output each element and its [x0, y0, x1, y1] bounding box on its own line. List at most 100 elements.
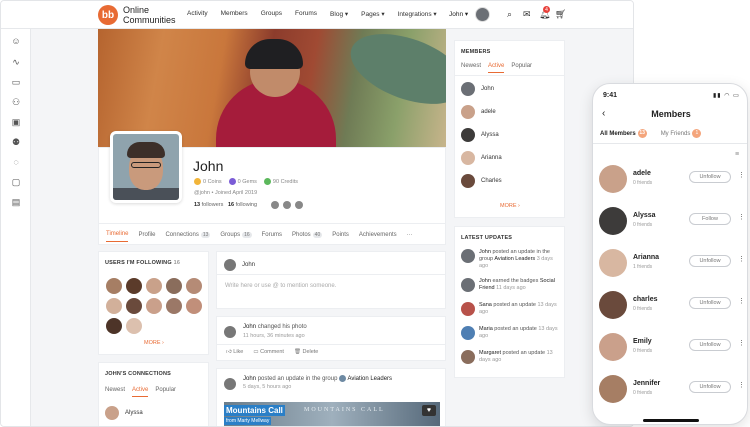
heart-icon[interactable]: ♥ [422, 405, 436, 416]
inbox-icon[interactable]: ▭ [10, 76, 22, 88]
forums-icon[interactable]: ◌ [10, 156, 22, 168]
tab-active[interactable]: Active [132, 387, 149, 397]
list-item[interactable]: Alyssa 0 friends Follow ⋮ [599, 207, 745, 237]
activity-item: John changed his photo 11 hours, 36 minu… [216, 316, 446, 361]
home-indicator [643, 419, 699, 422]
more-link[interactable]: MORE › [500, 203, 520, 209]
brand-name[interactable]: Online Communities [123, 5, 176, 25]
photos-icon[interactable]: ▣ [10, 116, 22, 128]
profile-avatar[interactable] [110, 131, 182, 203]
coins-icon [194, 178, 201, 185]
tab-timeline[interactable]: Timeline [106, 231, 129, 242]
mobile-app-members-screen: 9:41 ▮▮ ◠ ▭ ‹ Members All Members 13 My F… [592, 83, 748, 425]
list-item[interactable]: charles 0 friends Unfollow ⋮ [599, 291, 745, 321]
more-options-icon[interactable]: ⋮ [738, 255, 745, 263]
courses-icon[interactable]: ▢ [10, 176, 22, 188]
avatar[interactable] [106, 278, 122, 294]
nav-item-pages[interactable]: Pages ▾ [361, 10, 385, 18]
tab-connections[interactable]: Connections 13 [165, 231, 211, 238]
tab-newest[interactable]: Newest [461, 63, 481, 73]
tab-active[interactable]: Active [488, 63, 505, 73]
avatar[interactable] [186, 298, 202, 314]
avatar [105, 406, 119, 420]
avatar[interactable] [186, 278, 202, 294]
tab-points[interactable]: Points [332, 232, 349, 238]
nav-item-forums[interactable]: Forums [295, 10, 317, 18]
nav-item-blog[interactable]: Blog ▾ [330, 10, 348, 18]
tab-groups[interactable]: Groups 16 [220, 231, 252, 238]
video-preview[interactable]: Mountains Call from Marty Mellway MOUNTA… [224, 402, 440, 426]
website-icon[interactable] [283, 201, 291, 209]
unfollow-button[interactable]: Unfollow [689, 339, 731, 351]
tab-forums[interactable]: Forums [262, 232, 282, 238]
unfollow-button[interactable]: Unfollow [689, 171, 731, 183]
unfollow-button[interactable]: Unfollow [689, 255, 731, 267]
cart-icon[interactable]: 🛒︎ [555, 9, 566, 20]
facebook-icon[interactable] [271, 201, 279, 209]
list-item[interactable]: John [461, 82, 494, 96]
nav-item-integrations[interactable]: Integrations ▾ [398, 10, 437, 18]
tab-profile[interactable]: Profile [138, 232, 155, 238]
tab-achievements[interactable]: Achievements [359, 232, 397, 238]
tab-popular[interactable]: Popular [155, 387, 176, 397]
list-item[interactable]: Alyssa [461, 128, 499, 142]
list-item[interactable]: Arianna 1 friends Unfollow ⋮ [599, 249, 745, 279]
avatar[interactable] [126, 298, 142, 314]
avatar[interactable] [106, 318, 122, 334]
messages-icon[interactable]: ▤ [10, 196, 22, 208]
nav-item-activity[interactable]: Activity [187, 10, 208, 18]
unfollow-button[interactable]: Unfollow [689, 297, 731, 309]
nav-item-members[interactable]: Members [221, 10, 248, 18]
more-link[interactable]: MORE › [144, 340, 164, 346]
list-item[interactable]: Charles [461, 174, 502, 188]
list-item[interactable]: Jennifer 0 friends Unfollow ⋮ [599, 375, 745, 405]
tab-more[interactable]: ··· [407, 232, 413, 238]
comment-button[interactable]: ▭ Comment [253, 349, 284, 355]
tab-all-members[interactable]: All Members 13 [600, 129, 647, 144]
avatar[interactable] [224, 377, 236, 390]
sort-icon[interactable]: ≡ [735, 151, 739, 158]
tab-my-friends[interactable]: My Friends 1 [661, 129, 702, 144]
more-options-icon[interactable]: ⋮ [738, 297, 745, 305]
friends-icon[interactable]: ⚉ [10, 136, 22, 148]
avatar[interactable] [126, 278, 142, 294]
delete-button[interactable]: 🗑︎ Delete [294, 349, 318, 355]
avatar[interactable] [146, 298, 162, 314]
list-item[interactable]: Alyssa [105, 406, 143, 420]
user-avatar[interactable] [475, 7, 490, 22]
more-options-icon[interactable]: ⋮ [738, 381, 745, 389]
follow-button[interactable]: Follow [689, 213, 731, 225]
email-icon[interactable] [295, 201, 303, 209]
like-button[interactable]: 👍︎ Like [226, 349, 243, 355]
avatar[interactable] [166, 298, 182, 314]
more-options-icon[interactable]: ⋮ [738, 171, 745, 179]
list-item[interactable]: Arianna [461, 151, 502, 165]
search-icon[interactable]: ⌕ [507, 9, 512, 20]
profile-icon[interactable]: ☺ [10, 35, 22, 47]
nav-item-groups[interactable]: Groups [261, 10, 282, 18]
brand-logo[interactable]: bb [98, 5, 118, 25]
group-link[interactable]: Aviation Leaders [347, 376, 392, 382]
user-menu-name[interactable]: John ▾ [449, 10, 468, 18]
activity-icon[interactable]: ∿ [10, 56, 22, 68]
page-title: Members [651, 109, 691, 119]
profile-name: John [193, 158, 224, 174]
more-options-icon[interactable]: ⋮ [738, 339, 745, 347]
credits-icon [263, 178, 271, 185]
avatar[interactable] [126, 318, 142, 334]
avatar[interactable] [146, 278, 162, 294]
avatar[interactable] [106, 298, 122, 314]
post-input[interactable]: Write here or use @ to mention someone. [225, 283, 336, 289]
more-options-icon[interactable]: ⋮ [738, 213, 745, 221]
avatar[interactable] [224, 325, 236, 338]
tab-photos[interactable]: Photos 40 [292, 231, 323, 238]
list-item[interactable]: adele [461, 105, 496, 119]
inbox-icon[interactable]: ✉ [523, 9, 531, 20]
tab-popular[interactable]: Popular [511, 63, 532, 73]
list-item[interactable]: Emily 0 friends Unfollow ⋮ [599, 333, 745, 363]
groups-icon[interactable]: ⚇ [10, 96, 22, 108]
avatar[interactable] [166, 278, 182, 294]
unfollow-button[interactable]: Unfollow [689, 381, 731, 393]
list-item[interactable]: adele 0 friends Unfollow ⋮ [599, 165, 745, 195]
tab-newest[interactable]: Newest [105, 387, 125, 397]
